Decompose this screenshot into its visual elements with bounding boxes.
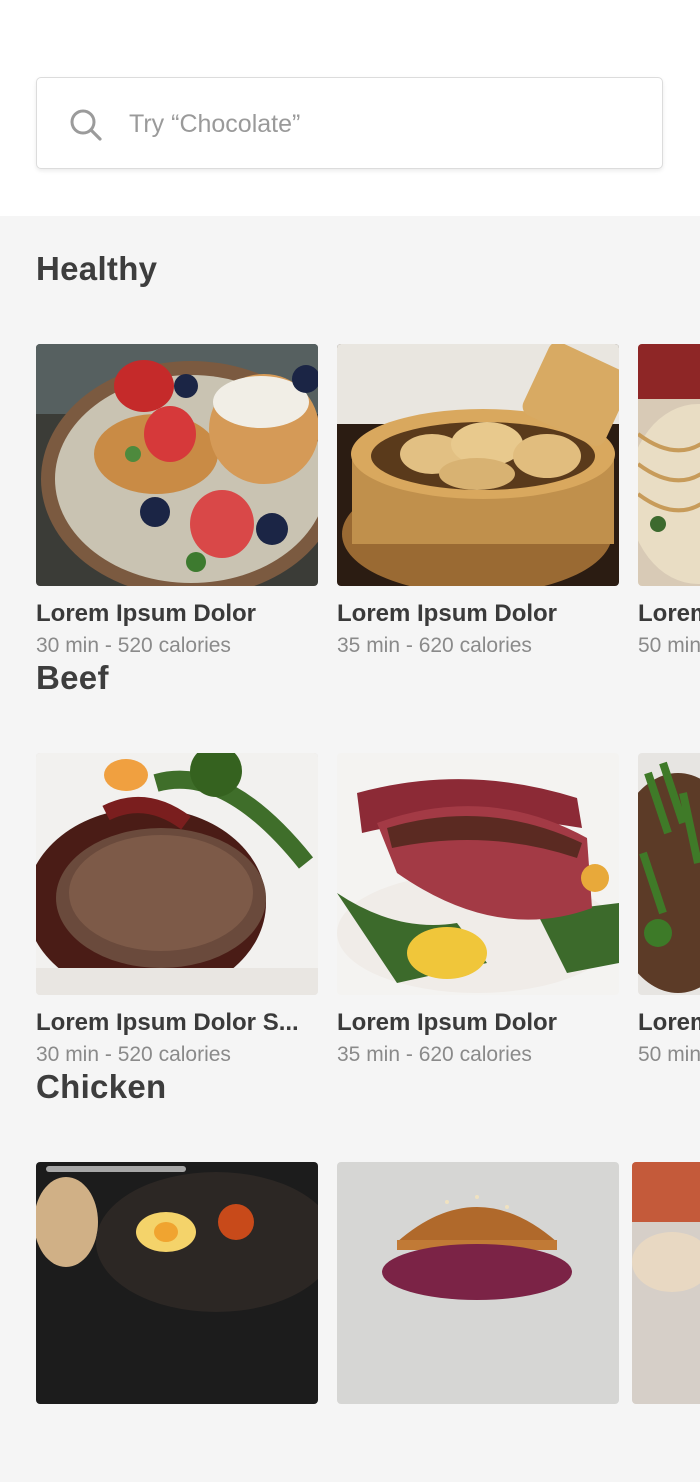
search-icon [70,109,102,141]
recipe-title: Lorem Ipsum Dolor [337,1009,558,1036]
recipe-card[interactable]: Lorem Ipsum Dolor 30 min - 520 calories [36,344,318,658]
section-title: Chicken [36,1068,167,1105]
recipe-card[interactable]: Lorem Ipsum Dolor S... 30 min - 520 calo… [36,753,318,1067]
recipe-title: Lorem Ipsum Dolor [36,600,257,627]
search-bar[interactable] [36,77,663,169]
recipe-image-pancakes [36,344,318,586]
header-area [0,0,700,216]
recipe-image-chicken-dish [632,1162,700,1404]
recipe-card[interactable] [36,1162,318,1424]
recipe-meta: 35 min - 620 calories [337,634,532,657]
card-carousel[interactable]: Lorem Ipsum Dolor S... 30 min - 520 calo… [36,753,700,1073]
recipe-image-steak [36,753,318,995]
card-carousel[interactable]: Lorem Ipsum Dolor 30 min - 520 calories [36,344,700,664]
recipe-title: Lorem Ipsum Dolor [337,600,558,627]
recipe-title: Lorem Ipsum Dolor S... [36,1009,299,1036]
recipe-image-burger [337,1162,619,1404]
recipe-title: Lorem Ipsum Dolor [638,600,700,627]
recipe-image-skillet [36,1162,318,1404]
recipe-meta: 50 min - 420 calories [638,1043,700,1066]
recipe-card[interactable]: Lorem Ipsum Dolor 35 min - 620 calories [337,344,619,658]
recipe-card[interactable]: Lorem Ipsum Dolor 50 min - 420 calories [638,344,700,658]
section-title: Beef [36,659,109,696]
recipe-image-sliced-beef [337,753,619,995]
recipe-meta: 30 min - 520 calories [36,634,231,657]
card-carousel[interactable] [36,1162,700,1482]
recipe-card[interactable]: Lorem Ipsum Dolor 35 min - 620 calories [337,753,619,1067]
recipe-image-dumplings [337,344,619,586]
recipe-meta: 35 min - 620 calories [337,1043,532,1066]
recipe-image-stir-fry [638,753,700,995]
recipe-card[interactable] [632,1162,700,1424]
section-title: Healthy [36,250,158,287]
recipe-image-noodles [638,344,700,586]
recipe-meta: 30 min - 520 calories [36,1043,231,1066]
recipe-card[interactable] [337,1162,619,1424]
recipe-title: Lorem Ipsum Dolor [638,1009,700,1036]
recipe-meta: 50 min - 420 calories [638,634,700,657]
search-input[interactable] [127,96,631,152]
recipe-card[interactable]: Lorem Ipsum Dolor 50 min - 420 calories [638,753,700,1067]
